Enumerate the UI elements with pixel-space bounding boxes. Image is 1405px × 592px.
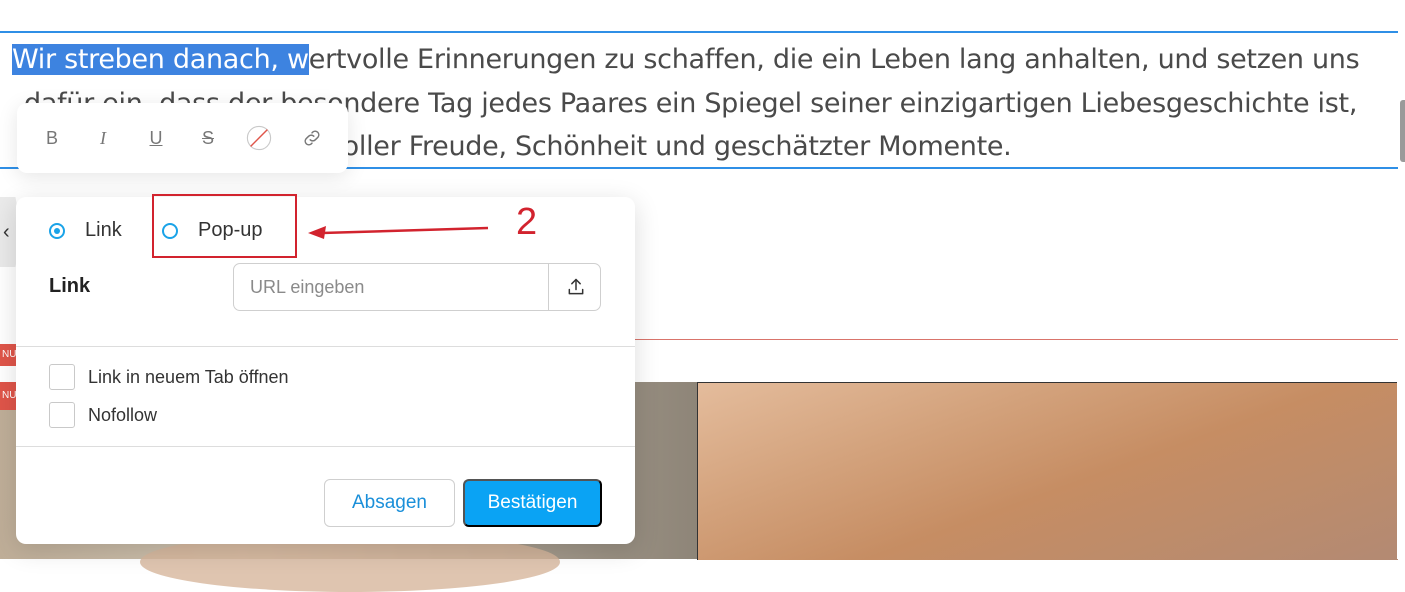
cancel-button[interactable]: Absagen — [324, 479, 455, 527]
photo-right — [697, 382, 1398, 560]
radio-link-option[interactable]: Link — [49, 219, 122, 242]
checkbox-box — [49, 402, 75, 428]
new-tab-label: Link in neuem Tab öffnen — [88, 366, 289, 387]
url-input[interactable] — [234, 264, 548, 310]
nofollow-label: Nofollow — [88, 404, 158, 425]
confirm-button[interactable]: Bestätigen — [463, 479, 602, 527]
underline-button[interactable]: U — [143, 125, 169, 151]
link-icon — [304, 130, 320, 146]
selected-text: Wir streben danach, w — [12, 44, 309, 75]
underline-icon: U — [149, 127, 163, 148]
dialog-divider — [16, 446, 635, 447]
scrollbar-thumb[interactable] — [1400, 100, 1405, 162]
bold-icon: B — [45, 127, 58, 148]
annotation-step-number: 2 — [516, 201, 538, 243]
strikethrough-icon: S — [201, 127, 214, 148]
annotation-highlight-box — [152, 194, 297, 258]
upload-icon — [568, 278, 583, 295]
text-format-toolbar: B I U S — [17, 103, 348, 173]
annotation-arrow-icon — [308, 226, 489, 239]
dialog-divider — [16, 346, 635, 347]
radio-selected-icon — [49, 222, 65, 239]
text-block-top-border — [0, 31, 1398, 33]
strikethrough-button[interactable]: S — [195, 125, 221, 151]
url-field — [233, 263, 601, 311]
link-field-label: Link — [49, 275, 91, 297]
radio-link-label: Link — [85, 219, 122, 241]
new-tab-checkbox[interactable]: Link in neuem Tab öffnen — [49, 364, 289, 390]
link-button[interactable] — [299, 125, 325, 151]
italic-icon: I — [100, 127, 106, 148]
bold-button[interactable]: B — [39, 125, 65, 151]
link-dialog: Link Pop-up Link Link in neuem Tab öffne… — [16, 197, 635, 544]
nofollow-checkbox[interactable]: Nofollow — [49, 402, 157, 428]
text-color-button[interactable] — [246, 125, 272, 151]
no-color-icon — [246, 125, 272, 151]
page-edge — [1397, 382, 1405, 559]
italic-button[interactable]: I — [90, 125, 116, 151]
chevron-left-icon: ‹ — [3, 220, 10, 243]
new-badge: NU — [0, 344, 16, 366]
section-divider — [635, 339, 1398, 340]
paragraph-line-1: Wir streben danach, wertvolle Erinnerung… — [12, 38, 1402, 82]
checkbox-box — [49, 364, 75, 390]
paragraph-line-1-text: ertvolle Erinnerungen zu schaffen, die e… — [308, 44, 1360, 75]
new-badge: NU — [0, 382, 16, 410]
upload-button[interactable] — [548, 264, 600, 310]
